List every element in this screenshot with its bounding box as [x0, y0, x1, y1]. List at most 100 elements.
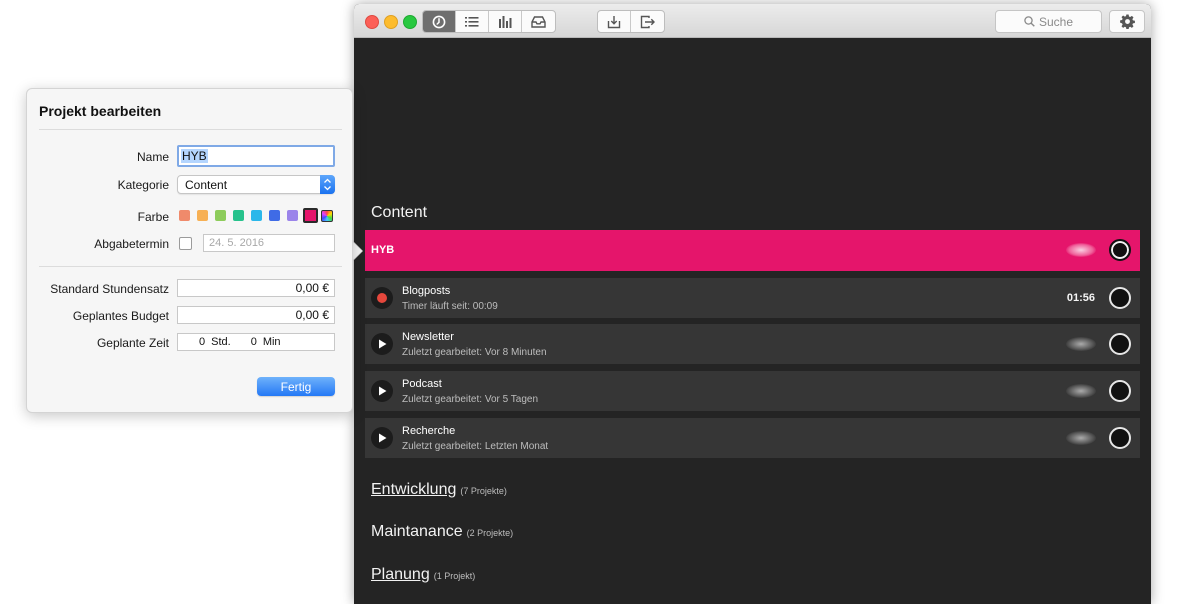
project-row-hyb[interactable]: HYB	[365, 230, 1140, 271]
import-export-group	[597, 10, 665, 33]
group-title-content[interactable]: Content	[371, 204, 427, 222]
name-label: Name	[136, 150, 169, 164]
import-button[interactable]	[598, 11, 631, 32]
progress-ring-icon	[1109, 427, 1131, 449]
group-count: (2 Projekte)	[466, 528, 514, 538]
deadline-label: Abgabetermin	[94, 237, 169, 251]
group-maintanance[interactable]: Maintanance (2 Projekte)	[371, 523, 513, 541]
color-swatch-orange[interactable]	[197, 210, 208, 221]
color-swatch-cyan[interactable]	[251, 210, 262, 221]
project-name: Newsletter	[402, 331, 454, 343]
project-row-newsletter[interactable]: Newsletter Zuletzt gearbeitet: Vor 8 Min…	[365, 324, 1140, 364]
progress-ring-icon	[1109, 239, 1131, 261]
category-select[interactable]: Content	[177, 175, 335, 194]
name-value: HYB	[181, 149, 208, 163]
progress-ring-icon	[1109, 287, 1131, 309]
list-view-button[interactable]	[456, 11, 489, 32]
progress-ring-icon	[1109, 380, 1131, 402]
hours-unit: Std.	[211, 336, 231, 348]
play-icon	[378, 433, 386, 443]
time-label: Geplante Zeit	[96, 336, 169, 350]
project-row-blogposts[interactable]: Blogposts Timer läuft seit: 00:09 01:56	[365, 278, 1140, 318]
group-entwicklung[interactable]: Entwicklung (7 Projekte)	[371, 481, 507, 499]
start-timer-button[interactable]	[371, 427, 393, 449]
planned-time-field[interactable]: 0 Std. 0 Min	[177, 333, 335, 351]
group-title: Planung	[371, 566, 430, 583]
budget-field[interactable]: 0,00 €	[177, 306, 335, 324]
progress-ring-icon	[1109, 333, 1131, 355]
deadline-value: 24. 5. 2016	[209, 237, 265, 249]
edit-project-popover: Projekt bearbeiten Name HYB Kategorie Co…	[26, 88, 353, 413]
view-switcher	[422, 10, 556, 33]
main-window: Suche Content HYB Blogposts Timer läuft …	[354, 4, 1151, 604]
done-button[interactable]: Fertig	[257, 377, 335, 396]
tray-icon	[531, 15, 546, 28]
import-icon	[607, 15, 621, 28]
project-icon	[1066, 384, 1096, 398]
stop-timer-button[interactable]	[371, 287, 393, 309]
project-status: Timer läuft seit: 00:09	[402, 301, 498, 312]
elapsed-time: 01:56	[1066, 292, 1095, 304]
color-swatch-magenta-selected[interactable]	[303, 208, 318, 223]
project-row-recherche[interactable]: Recherche Zuletzt gearbeitet: Letzten Mo…	[365, 418, 1140, 458]
search-icon	[1024, 16, 1035, 27]
color-swatch-blue[interactable]	[269, 210, 280, 221]
color-swatch-purple[interactable]	[287, 210, 298, 221]
project-row-podcast[interactable]: Podcast Zuletzt gearbeitet: Vor 5 Tagen	[365, 371, 1140, 411]
select-stepper-icon	[320, 175, 335, 194]
minutes-value[interactable]: 0	[251, 336, 257, 348]
play-icon	[378, 339, 386, 349]
rate-field[interactable]: 0,00 €	[177, 279, 335, 297]
name-field[interactable]: HYB	[177, 145, 335, 167]
search-placeholder: Suche	[1038, 14, 1074, 29]
project-icon	[1066, 431, 1096, 445]
group-count: (7 Projekte)	[460, 486, 507, 496]
project-status: Zuletzt gearbeitet: Vor 8 Minuten	[402, 347, 547, 358]
timer-view-button[interactable]	[423, 11, 456, 32]
search-field[interactable]: Suche	[995, 10, 1102, 33]
minimize-window-button[interactable]	[384, 15, 398, 29]
project-status: Zuletzt gearbeitet: Letzten Monat	[402, 441, 549, 452]
statistics-view-button[interactable]	[489, 11, 522, 32]
color-swatch-green[interactable]	[233, 210, 244, 221]
group-title: Entwicklung	[371, 481, 457, 498]
minutes-unit: Min	[262, 336, 281, 348]
group-count: (1 Projekt)	[433, 571, 476, 581]
hours-value[interactable]: 0	[199, 336, 205, 348]
bar-chart-icon	[499, 15, 512, 28]
project-icon	[1066, 243, 1096, 257]
popover-arrow	[352, 241, 362, 261]
play-icon	[378, 386, 386, 396]
rate-label: Standard Stundensatz	[50, 282, 169, 296]
list-icon	[465, 16, 479, 27]
budget-value: 0,00 €	[295, 308, 329, 322]
recording-icon	[377, 293, 387, 303]
start-timer-button[interactable]	[371, 380, 393, 402]
title-bar: Suche	[354, 4, 1151, 38]
project-name: HYB	[371, 244, 395, 256]
project-status: Zuletzt gearbeitet: Vor 5 Tagen	[402, 394, 539, 405]
divider	[39, 266, 342, 267]
color-picker-icon[interactable]	[321, 210, 333, 222]
export-button[interactable]	[631, 11, 664, 32]
color-swatch-lime[interactable]	[215, 210, 226, 221]
group-title: Maintanance	[371, 523, 463, 540]
start-timer-button[interactable]	[371, 333, 393, 355]
gear-icon	[1119, 14, 1135, 29]
rate-value: 0,00 €	[295, 281, 329, 295]
group-planung[interactable]: Planung (1 Projekt)	[371, 566, 475, 584]
zoom-window-button[interactable]	[403, 15, 417, 29]
deadline-checkbox[interactable]	[179, 237, 192, 250]
project-name: Blogposts	[402, 285, 451, 297]
close-window-button[interactable]	[365, 15, 379, 29]
color-swatch-salmon[interactable]	[179, 210, 190, 221]
popover-title: Projekt bearbeiten	[39, 103, 162, 119]
archive-view-button[interactable]	[522, 11, 555, 32]
divider	[39, 129, 342, 130]
settings-button[interactable]	[1109, 10, 1145, 33]
deadline-field[interactable]: 24. 5. 2016	[203, 234, 335, 252]
category-value: Content	[185, 177, 228, 192]
export-icon	[640, 15, 655, 28]
project-name: Podcast	[402, 378, 442, 390]
project-name: Recherche	[402, 425, 456, 437]
